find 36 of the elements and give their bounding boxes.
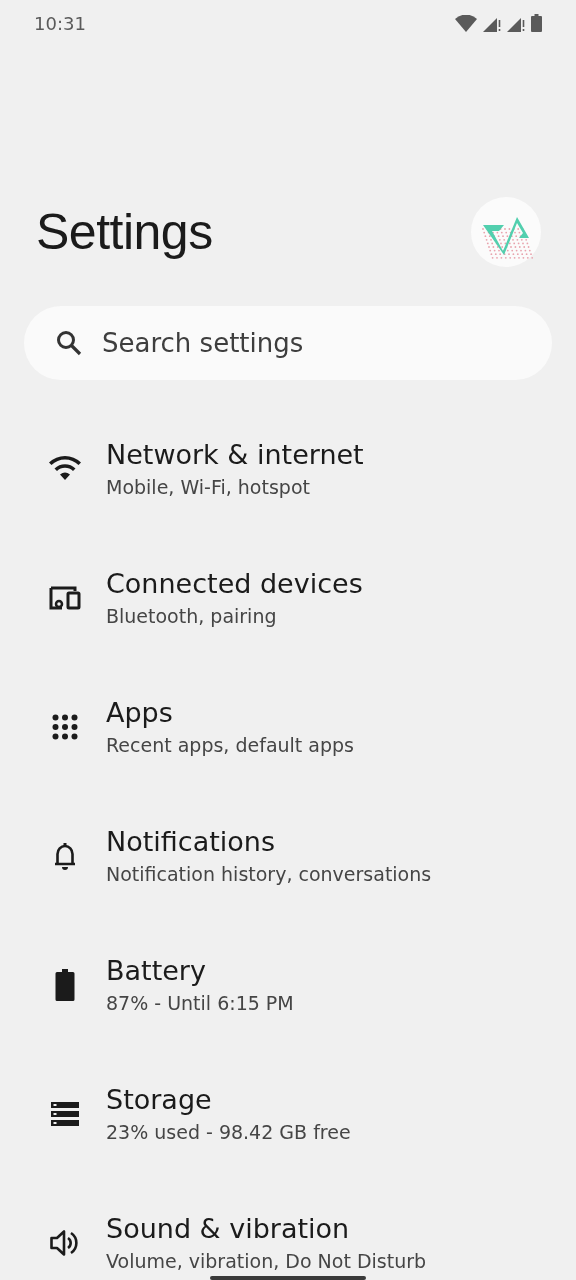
search-input[interactable]: Search settings xyxy=(102,328,552,358)
profile-avatar[interactable] xyxy=(471,197,541,267)
item-title: Notifications xyxy=(106,824,276,859)
item-title: Connected devices xyxy=(106,566,363,601)
clock-time: 10:31 xyxy=(34,12,86,34)
item-subtitle: Recent apps, default apps xyxy=(106,732,354,758)
item-subtitle: Notification history, conversations xyxy=(106,861,432,887)
item-title: Storage xyxy=(106,1082,213,1117)
settings-item[interactable]: Notifications Notification history, conversations xyxy=(0,791,576,920)
item-subtitle: Bluetooth, pairing xyxy=(106,603,278,629)
storage-icon xyxy=(51,1101,79,1126)
item-title: Apps xyxy=(106,695,174,730)
settings-item[interactable]: Connected devices Bluetooth, pairing xyxy=(0,533,576,662)
wifi-icon xyxy=(48,455,82,482)
gesture-handle[interactable] xyxy=(210,1276,366,1280)
settings-item[interactable]: Storage 23% used - 98.42 GB free xyxy=(0,1049,576,1178)
item-title: Sound & vibration xyxy=(106,1211,351,1246)
speaker-icon xyxy=(50,1228,80,1257)
settings-item[interactable]: Network & internet Mobile, Wi‑Fi, hotspot xyxy=(0,404,576,533)
bell-icon xyxy=(52,840,78,871)
apps-grid-icon xyxy=(52,713,78,740)
item-title: Battery xyxy=(106,953,207,988)
settings-item[interactable]: Apps Recent apps, default apps xyxy=(0,662,576,791)
search-field[interactable]: Search settings xyxy=(24,306,552,380)
item-title: Network & internet xyxy=(106,437,364,472)
battery-icon xyxy=(55,968,75,1001)
wifi-signal-icon xyxy=(455,14,477,32)
battery-status-icon xyxy=(531,14,542,32)
item-subtitle: Mobile, Wi‑Fi, hotspot xyxy=(106,474,311,500)
page-title: Settings xyxy=(36,203,213,261)
settings-item[interactable]: Battery 87% - Until 6:15 PM xyxy=(0,920,576,1049)
settings-item[interactable]: Sound & vibration Volume, vibration, Do Not Disturb xyxy=(0,1178,576,1280)
search-icon xyxy=(56,330,82,356)
item-subtitle: 87% - Until 6:15 PM xyxy=(106,990,294,1016)
item-subtitle: Volume, vibration, Do Not Disturb xyxy=(106,1248,427,1274)
item-subtitle: 23% used - 98.42 GB free xyxy=(106,1119,351,1145)
